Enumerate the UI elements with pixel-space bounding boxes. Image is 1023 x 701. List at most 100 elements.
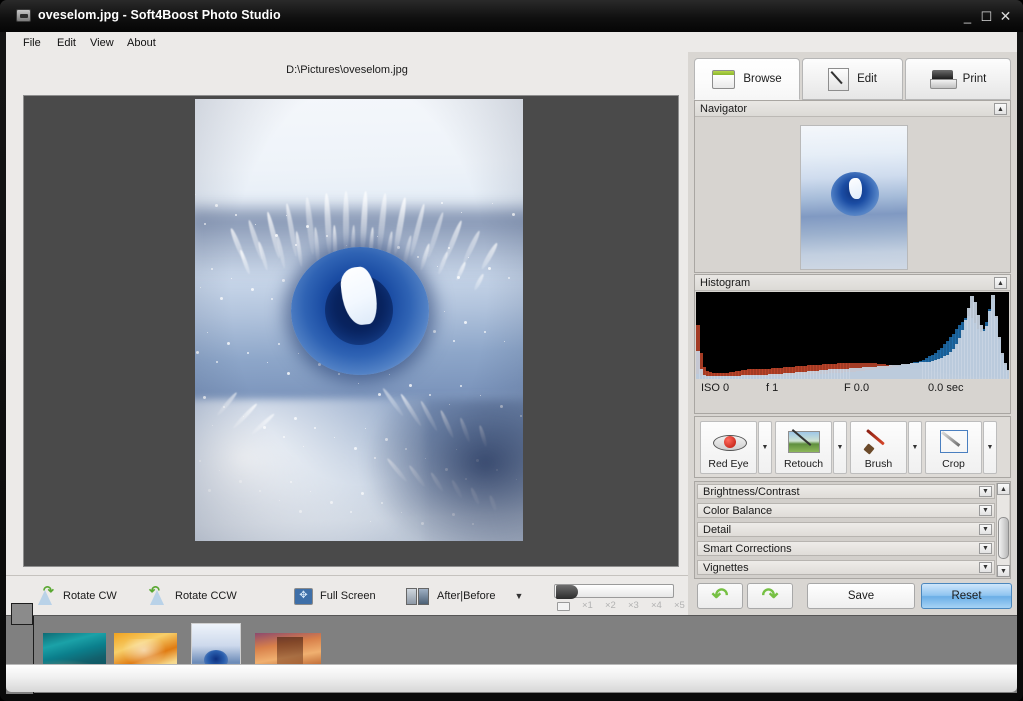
brush-dropdown[interactable]: ▼: [908, 421, 922, 474]
red-eye-label: Red Eye: [708, 458, 748, 470]
scrollbar-thumb[interactable]: [998, 517, 1009, 559]
rotate-cw-icon: ↷: [36, 586, 56, 606]
client-area: File Edit View About D:\Pictures\oveselo…: [6, 32, 1017, 693]
printer-icon: [930, 70, 955, 89]
after-before-icon: [406, 588, 430, 605]
redo-button[interactable]: ↷: [747, 583, 793, 609]
red-eye-dropdown[interactable]: ▼: [758, 421, 772, 474]
accordion-label: Color Balance: [703, 505, 772, 517]
navigator-collapse-button[interactable]: ▲: [994, 103, 1007, 115]
accordion-label: Detail: [703, 524, 731, 536]
tool-buttons-bar: Red Eye ▼ Retouch ▼ Brush ▼ Crop ▼: [694, 416, 1011, 478]
zoom-slider-handle[interactable]: [556, 585, 578, 599]
filmstrip-corner-box: [11, 603, 33, 625]
fit-to-window-icon[interactable]: [557, 602, 570, 611]
right-panel: Browse Edit Print Navigator ▲: [688, 52, 1017, 615]
histogram-header: Histogram ▲: [695, 275, 1010, 291]
after-before-label: After|Before: [437, 590, 496, 602]
image-canvas[interactable]: [23, 95, 679, 567]
rotate-cw-label: Rotate CW: [63, 590, 117, 602]
histogram-aperture: f 1: [766, 382, 778, 394]
retouch-icon: [787, 427, 821, 455]
accordion-item-color-balance[interactable]: Color Balance ▼: [697, 503, 995, 518]
menu-item-about[interactable]: About: [124, 36, 159, 50]
menu-item-file[interactable]: File: [20, 36, 44, 50]
histogram-panel: Histogram ▲ ISO 0 f 1 F 0.0 0.0 sec: [694, 274, 1011, 414]
accordion-item-brightness-contrast[interactable]: Brightness/Contrast ▼: [697, 484, 995, 499]
navigator-title: Navigator: [700, 103, 747, 115]
chevron-down-icon[interactable]: ▼: [979, 562, 992, 573]
brush-button[interactable]: Brush: [850, 421, 907, 474]
pencil-icon: [828, 68, 849, 91]
chevron-down-icon[interactable]: ▼: [979, 543, 992, 554]
camera-icon: [16, 9, 31, 22]
histogram-info-bar: ISO 0 f 1 F 0.0 0.0 sec: [696, 380, 1009, 397]
zoom-tick-x5: ×5: [674, 600, 685, 611]
crop-button[interactable]: Crop: [925, 421, 982, 474]
histogram-collapse-button[interactable]: ▲: [994, 277, 1007, 289]
rotate-ccw-icon: ↶: [148, 586, 168, 606]
accordion-item-detail[interactable]: Detail ▼: [697, 522, 995, 537]
file-path-label: D:\Pictures\oveselom.jpg: [6, 64, 688, 76]
tab-print[interactable]: Print: [905, 58, 1011, 100]
accordion-item-smart-corrections[interactable]: Smart Corrections ▼: [697, 541, 995, 556]
red-eye-button[interactable]: Red Eye: [700, 421, 757, 474]
chevron-down-icon[interactable]: ▼: [979, 505, 992, 516]
tab-edit[interactable]: Edit: [802, 58, 903, 100]
brush-icon: [862, 427, 896, 455]
full-screen-label: Full Screen: [320, 590, 376, 602]
brush-label: Brush: [865, 458, 892, 470]
retouch-button[interactable]: Retouch: [775, 421, 832, 474]
navigator-header: Navigator ▲: [695, 101, 1010, 117]
histogram-focal: F 0.0: [844, 382, 869, 394]
viewer-toolbar: ↷ Rotate CW ↶ Rotate CCW ✥ Full Screen A: [6, 575, 688, 615]
reset-button[interactable]: Reset: [921, 583, 1012, 609]
accordion-label: Vignettes: [703, 562, 749, 574]
window-title: oveselom.jpg - Soft4Boost Photo Studio: [38, 8, 281, 22]
maximize-button[interactable]: ☐: [979, 9, 994, 24]
adjustments-accordion: Brightness/Contrast ▼ Color Balance ▼ De…: [694, 481, 1011, 579]
chevron-down-icon[interactable]: ▼: [979, 524, 992, 535]
menu-item-view[interactable]: View: [87, 36, 117, 50]
undo-button[interactable]: ↶: [697, 583, 743, 609]
scroll-down-icon[interactable]: ▼: [997, 565, 1010, 577]
crop-dropdown[interactable]: ▼: [983, 421, 997, 474]
retouch-label: Retouch: [784, 458, 823, 470]
rotate-ccw-button[interactable]: ↶ Rotate CCW: [148, 584, 237, 608]
full-screen-icon: ✥: [294, 588, 313, 605]
accordion-scrollbar[interactable]: ▲ ▼: [996, 483, 1009, 577]
accordion-label: Brightness/Contrast: [703, 486, 800, 498]
chevron-down-icon[interactable]: ▼: [515, 591, 524, 601]
zoom-slider-track[interactable]: [554, 584, 674, 598]
tab-browse[interactable]: Browse: [694, 58, 800, 100]
action-bar: ↶ ↷ Save Reset: [694, 582, 1011, 614]
rotate-ccw-label: Rotate CCW: [175, 590, 237, 602]
after-before-dropdown[interactable]: After|Before ▼: [406, 584, 523, 608]
zoom-slider[interactable]: ×1 ×2 ×3 ×4 ×5: [554, 584, 679, 614]
scroll-up-icon[interactable]: ▲: [997, 483, 1010, 495]
close-button[interactable]: ✕: [998, 9, 1013, 24]
zoom-tick-x3: ×3: [628, 600, 639, 611]
histogram-plot: [696, 292, 1009, 379]
image-viewer-pane: D:\Pictures\oveselom.jpg ↷: [6, 52, 688, 615]
navigator-preview[interactable]: [800, 125, 908, 270]
undo-icon: ↶: [712, 586, 729, 606]
full-screen-button[interactable]: ✥ Full Screen: [294, 584, 376, 608]
zoom-tick-x4: ×4: [651, 600, 662, 611]
crop-icon: [937, 427, 971, 455]
rotate-cw-button[interactable]: ↷ Rotate CW: [36, 584, 117, 608]
zoom-tick-x2: ×2: [605, 600, 616, 611]
photo-vignette: [195, 99, 523, 541]
tab-edit-label: Edit: [857, 73, 877, 85]
histogram-exposure: 0.0 sec: [928, 382, 963, 394]
red-eye-icon: [712, 427, 746, 455]
save-button[interactable]: Save: [807, 583, 915, 609]
menu-item-edit[interactable]: Edit: [54, 36, 79, 50]
minimize-button[interactable]: _: [960, 9, 975, 24]
tab-browse-label: Browse: [743, 73, 781, 85]
menu-bar: File Edit View About: [6, 32, 1017, 52]
status-bar: [6, 664, 1017, 692]
chevron-down-icon[interactable]: ▼: [979, 486, 992, 497]
accordion-item-vignettes[interactable]: Vignettes ▼: [697, 560, 995, 575]
retouch-dropdown[interactable]: ▼: [833, 421, 847, 474]
